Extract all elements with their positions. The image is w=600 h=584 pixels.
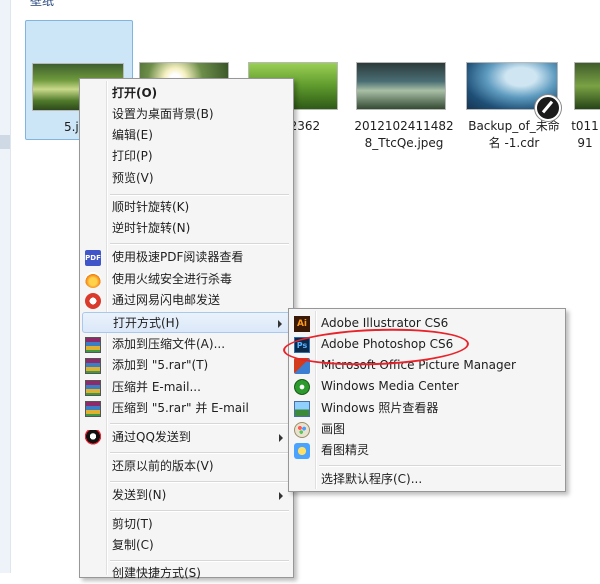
menu-item-label: 选择默认程序(C)... xyxy=(321,472,423,486)
menu-item-send-to[interactable]: 发送到(N) xyxy=(82,485,291,506)
menu-separator xyxy=(319,465,561,467)
menu-item-label: 添加到 "5.rar"(T) xyxy=(112,358,209,372)
submenu-arrow-icon xyxy=(279,434,283,442)
menu-item-label: 顺时针旋转(K) xyxy=(112,200,190,214)
menu-item-label: 压缩到 "5.rar" 并 E-mail xyxy=(112,401,249,415)
qq-icon xyxy=(85,430,101,446)
file-name: 2012102411482 8_TtcQe.jpeg xyxy=(354,119,454,150)
open-with-choose-default[interactable]: 选择默认程序(C)... xyxy=(291,469,563,490)
menu-item-label: 打开(O) xyxy=(112,86,158,100)
menu-item-label: 剪切(T) xyxy=(112,517,153,531)
menu-item-huorong-scan[interactable]: 使用火绒安全进行杀毒 xyxy=(82,269,291,290)
menu-item-label: 打印(P) xyxy=(112,149,153,163)
menu-separator xyxy=(110,194,289,196)
menu-item-label: 打开方式(H) xyxy=(113,316,180,330)
menu-item-add-to-archive[interactable]: 添加到压缩文件(A)... xyxy=(82,334,291,355)
menu-separator xyxy=(110,481,289,483)
open-with-kantu[interactable]: 看图精灵 xyxy=(291,440,563,461)
file-name: t011 91 xyxy=(571,119,599,150)
menu-item-label: 画图 xyxy=(321,422,346,436)
menu-item-open-with[interactable]: 打开方式(H) xyxy=(82,312,291,333)
menu-item-open[interactable]: 打开(O) xyxy=(82,83,291,104)
menu-item-label: 压缩并 E-mail... xyxy=(112,380,201,394)
menu-item-cut[interactable]: 剪切(T) xyxy=(82,514,291,535)
menu-item-print[interactable]: 打印(P) xyxy=(82,146,291,167)
menu-item-label: Windows Media Center xyxy=(321,379,459,393)
huorong-icon xyxy=(85,272,101,288)
file-thumbnail xyxy=(574,62,600,110)
menu-item-set-desktop-background[interactable]: 设置为桌面背景(B) xyxy=(82,104,291,125)
navigation-pane-tab[interactable] xyxy=(0,135,10,149)
menu-item-restore-previous-versions[interactable]: 还原以前的版本(V) xyxy=(82,456,291,477)
netease-mail-icon xyxy=(85,293,101,309)
winrar-icon xyxy=(85,380,101,396)
menu-item-rotate-clockwise[interactable]: 顺时针旋转(K) xyxy=(82,197,291,218)
menu-item-label: 通过QQ发送到 xyxy=(112,430,191,444)
menu-item-label: 创建快捷方式(S) xyxy=(112,566,201,580)
menu-item-label: 发送到(N) xyxy=(112,488,167,502)
menu-item-label: 通过网易闪电邮发送 xyxy=(112,293,221,307)
navigation-pane-edge xyxy=(0,0,11,573)
open-with-photo-viewer[interactable]: Windows 照片查看器 xyxy=(291,398,563,419)
menu-item-compress-email[interactable]: 压缩并 E-mail... xyxy=(82,377,291,398)
windows-media-center-icon xyxy=(294,379,310,395)
context-menu: 打开(O) 设置为桌面背景(B) 编辑(E) 打印(P) 预览(V) 顺时针旋转… xyxy=(79,78,294,580)
menu-item-edit[interactable]: 编辑(E) xyxy=(82,125,291,146)
menu-item-compress-5rar-email[interactable]: 压缩到 "5.rar" 并 E-mail xyxy=(82,398,291,419)
menu-item-label: 添加到压缩文件(A)... xyxy=(112,337,226,351)
menu-item-preview[interactable]: 预览(V) xyxy=(82,168,291,189)
menu-item-send-via-qq[interactable]: 通过QQ发送到 xyxy=(82,427,291,448)
submenu-arrow-icon xyxy=(279,492,283,500)
menu-item-copy[interactable]: 复制(C) xyxy=(82,535,291,556)
menu-item-label: Windows 照片查看器 xyxy=(321,401,439,415)
menu-item-rotate-counterclockwise[interactable]: 逆时针旋转(N) xyxy=(82,218,291,239)
winrar-icon xyxy=(85,358,101,374)
menu-item-label: 使用极速PDF阅读器查看 xyxy=(112,250,244,264)
pdf-icon: PDF xyxy=(85,250,101,266)
submenu-arrow-icon xyxy=(278,320,282,328)
menu-item-label: 还原以前的版本(V) xyxy=(112,459,214,473)
menu-item-label: 逆时针旋转(N) xyxy=(112,221,191,235)
group-header: 壁纸 xyxy=(30,0,55,8)
menu-item-pdf-reader[interactable]: PDF 使用极速PDF阅读器查看 xyxy=(82,247,291,268)
menu-item-label: 复制(C) xyxy=(112,538,154,552)
file-thumbnail xyxy=(356,62,446,110)
photo-viewer-icon xyxy=(294,401,310,417)
menu-item-label: 设置为桌面背景(B) xyxy=(112,107,214,121)
winrar-icon xyxy=(85,337,101,353)
menu-item-create-shortcut[interactable]: 创建快捷方式(S) xyxy=(82,563,291,584)
illustrator-icon: Ai xyxy=(294,316,310,332)
menu-separator xyxy=(110,560,289,562)
paint-icon xyxy=(294,422,310,438)
winrar-icon xyxy=(85,401,101,417)
menu-separator xyxy=(110,452,289,454)
open-with-paint[interactable]: 画图 xyxy=(291,419,563,440)
file-tile[interactable]: t011 91 xyxy=(570,20,600,150)
menu-item-label: 编辑(E) xyxy=(112,128,153,142)
menu-item-netease-mail[interactable]: 通过网易闪电邮发送 xyxy=(82,290,291,311)
file-tile[interactable]: 2012102411482 8_TtcQe.jpeg xyxy=(352,20,460,150)
open-with-windows-media-center[interactable]: Windows Media Center xyxy=(291,376,563,397)
menu-separator xyxy=(110,510,289,512)
menu-separator xyxy=(110,423,289,425)
menu-item-label: 使用火绒安全进行杀毒 xyxy=(112,272,233,286)
kantu-icon xyxy=(294,443,310,459)
menu-item-label: 看图精灵 xyxy=(321,443,370,457)
menu-item-add-to-5rar[interactable]: 添加到 "5.rar"(T) xyxy=(82,355,291,376)
menu-separator xyxy=(110,243,289,245)
menu-item-label: 预览(V) xyxy=(112,171,154,185)
